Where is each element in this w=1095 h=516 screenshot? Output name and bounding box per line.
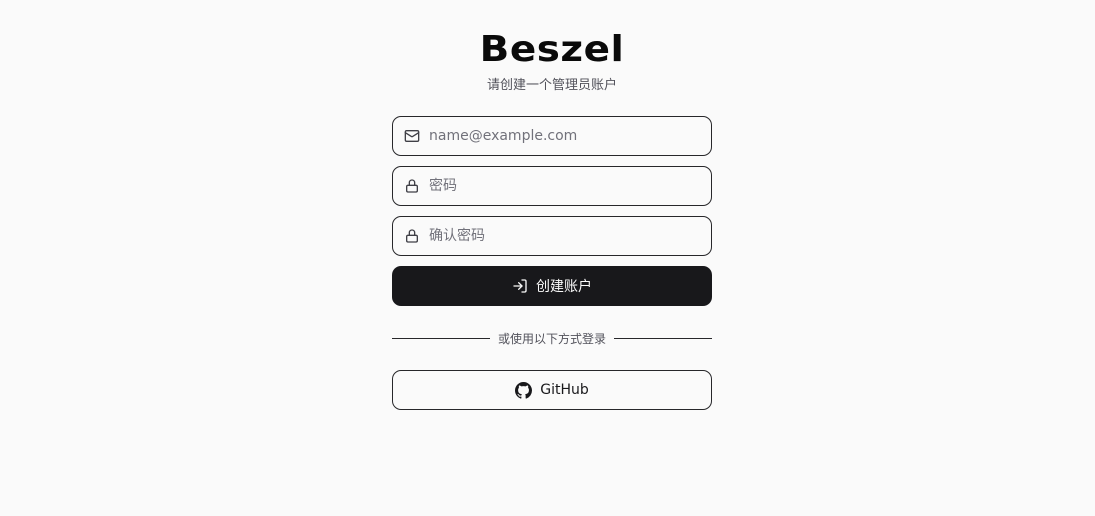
github-label: GitHub [540, 382, 589, 398]
lock-icon [406, 229, 418, 243]
confirm-password-field[interactable] [429, 217, 699, 255]
page-subtitle: 请创建一个管理员账户 [486, 78, 617, 93]
app-logo: Beszel [479, 29, 625, 70]
divider-line-right [614, 337, 713, 339]
divider-text: 或使用以下方式登录 [498, 331, 607, 346]
email-field-wrapper [392, 116, 712, 156]
email-field[interactable] [429, 117, 699, 155]
password-field[interactable] [429, 167, 699, 205]
log-in-icon [513, 279, 527, 293]
divider-line-left [392, 337, 490, 339]
page: Beszel 请创建一个管理员账户 name@example.com 创建账户 … [0, 0, 1095, 516]
create-account-button[interactable]: 创建账户 [392, 266, 712, 306]
lock-icon [406, 179, 418, 193]
confirm-password-field-wrapper [392, 216, 712, 256]
create-account-label: 创建账户 [536, 279, 592, 295]
github-login-button[interactable]: GitHub [392, 370, 712, 410]
mail-icon [404, 130, 420, 142]
oauth-divider: 或使用以下方式登录 [392, 328, 713, 348]
github-icon [515, 381, 533, 399]
password-field-wrapper [392, 166, 712, 206]
